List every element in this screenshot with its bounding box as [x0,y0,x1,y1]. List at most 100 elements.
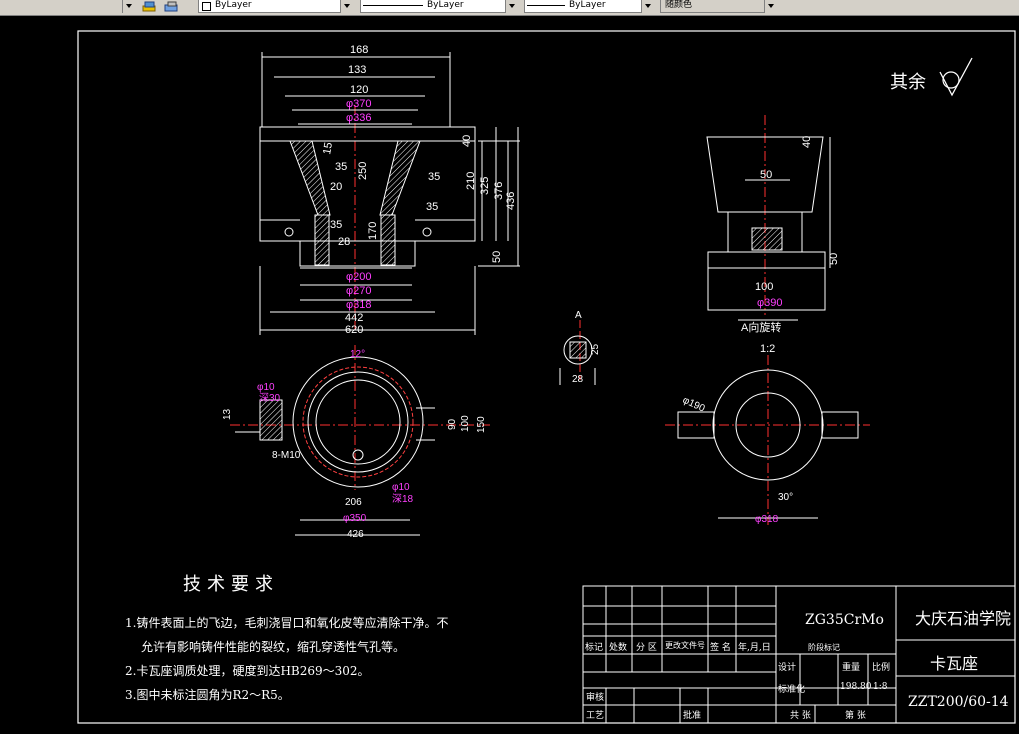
label-total-sheets: 共 张 [790,711,811,721]
side-dim-phi390: φ390 [757,297,783,309]
rev-header-mark: 标记 [585,643,604,653]
label-sheet-no: 第 张 [845,711,866,721]
side-dim-40: 40 [801,136,813,148]
lineweight-sample-icon [527,5,565,6]
dim-h40: 40 [461,135,473,147]
top-dim-phi350: φ350 [343,513,367,524]
dim-phi336: φ336 [346,112,372,124]
linetype-dropdown-arrow[interactable] [505,0,518,13]
dim-h210: 210 [465,172,477,190]
color-value: ByLayer [215,0,252,10]
lineweight-value: ByLayer [569,0,606,10]
rev-header-count: 处数 [609,643,628,653]
linetype-value: ByLayer [427,0,464,10]
top-dim-depth18: 深18 [392,493,414,505]
slot-dim-phi318: φ318 [755,514,779,525]
tech-item-1: 1.铸件表面上的飞边，毛刺浇冒口和氧化皮等应清除干净。不 [125,616,449,630]
dim-h376: 376 [493,182,505,200]
plotstyle-dropdown-arrow[interactable] [764,0,777,13]
top-dim-depth30: 深30 [259,392,281,404]
tech-item-3: 3.图中未标注圆角为R2～R5。 [125,688,290,702]
dim-133: 133 [348,64,366,76]
part-name-cell: 卡瓦座 [930,654,979,673]
top-dim-8m10: 8-M10 [272,450,301,461]
layer-previous-icon[interactable] [164,0,178,12]
dim-620: 620 [345,324,363,336]
label-approve: 批准 [683,711,702,721]
dim-phi270: φ270 [346,285,372,297]
scale-value: 1:8 [873,682,888,692]
top-dim-12deg: 12° [350,349,365,360]
label-process: 工艺 [586,711,605,721]
section-dim-25: 25 [590,343,601,355]
dim-angle-35b: 35 [428,171,440,183]
slot-view [665,355,870,525]
layer-dropdown-arrow[interactable] [122,0,135,13]
dim-h250: 250 [357,162,369,180]
material-cell: ZG35CrMo [805,612,884,628]
top-dim-150: 150 [476,416,487,433]
dim-h50: 50 [491,251,503,263]
plotstyle-value: 随颜色 [665,0,693,10]
dim-28: 28 [338,236,350,248]
view-scale: 1:2 [760,343,775,355]
top-dim-426: 426 [347,529,364,540]
side-dim-100: 100 [755,281,773,293]
top-dim-13: 13 [222,408,233,420]
tech-item-2: 2.卡瓦座调质处理，硬度到达HB269～302。 [125,664,370,678]
side-dim-50b: 50 [828,253,840,265]
slot-view-dims: φ190 30° φ318 [681,395,793,525]
rev-header-doc: 更改文件号 [665,641,705,650]
rev-header-zone: 分 区 [636,643,657,653]
label-scale: 比例 [872,663,891,673]
label-check: 审核 [586,693,605,703]
plotstyle-control[interactable]: 随颜色 [660,0,776,13]
dim-angle-20: 20 [330,181,342,193]
tech-requirements-title: 技术要求 [183,574,279,595]
surface-roughness-note: 其余 [890,57,973,97]
label-weight: 重量 [842,663,861,673]
surface-note-text: 其余 [890,72,926,92]
rev-header-date: 年,月,日 [738,643,771,653]
lineweight-control[interactable]: ByLayer [524,0,654,13]
dim-442: 442 [345,312,363,324]
lineweight-dropdown-arrow[interactable] [641,0,654,13]
dim-h170: 170 [367,222,379,240]
drawing-number-cell: ZZT200/60-14 [908,694,1009,710]
linetype-control[interactable]: ByLayer [360,0,518,13]
section-label-a: A [575,310,582,321]
dim-h436: 436 [505,192,517,210]
top-dim-100: 100 [460,415,471,432]
dim-phi318: φ318 [346,299,372,311]
weight-value: 198.80 [840,682,872,692]
dim-35: 35 [330,219,342,231]
dim-h325: 325 [479,177,491,195]
dim-phi370: φ370 [346,98,372,110]
slot-dim-30deg: 30° [778,492,793,503]
rev-header-sign: 签 名 [710,643,731,653]
dim-angle-35a: 35 [335,161,347,173]
section-dim-28: 28 [572,374,584,385]
view-label-a-rotate: A向旋转 [741,320,781,334]
color-control[interactable]: ByLayer [198,0,353,13]
color-swatch-icon [202,2,211,11]
dim-168: 168 [350,44,368,56]
layer-icon[interactable] [142,0,156,12]
color-dropdown-arrow[interactable] [340,0,353,13]
top-dim-206: 206 [345,497,362,508]
dim-angle-35c: 35 [426,201,438,213]
label-stage: 阶段标记 [808,643,840,652]
linetype-sample-icon [363,5,423,6]
top-dim-phi10a: φ10 [257,382,275,393]
label-standard: 标准化 [778,685,806,695]
top-dim-90: 90 [447,418,458,430]
dim-phi200: φ200 [346,271,372,283]
dim-angle-15: 15 [321,141,335,155]
roughness-symbol-icon [939,57,973,97]
properties-toolbar: ByLayer ByLayer ByLayer 随颜色 [0,0,1019,16]
side-dim-50a: 50 [760,169,772,181]
label-design: 设计 [778,663,797,673]
school-cell: 大庆石油学院 [915,609,1012,628]
front-view-dims: 168 133 120 φ370 φ336 φ200 φ270 φ318 442… [321,44,517,336]
top-dim-phi10b: φ10 [392,482,410,493]
